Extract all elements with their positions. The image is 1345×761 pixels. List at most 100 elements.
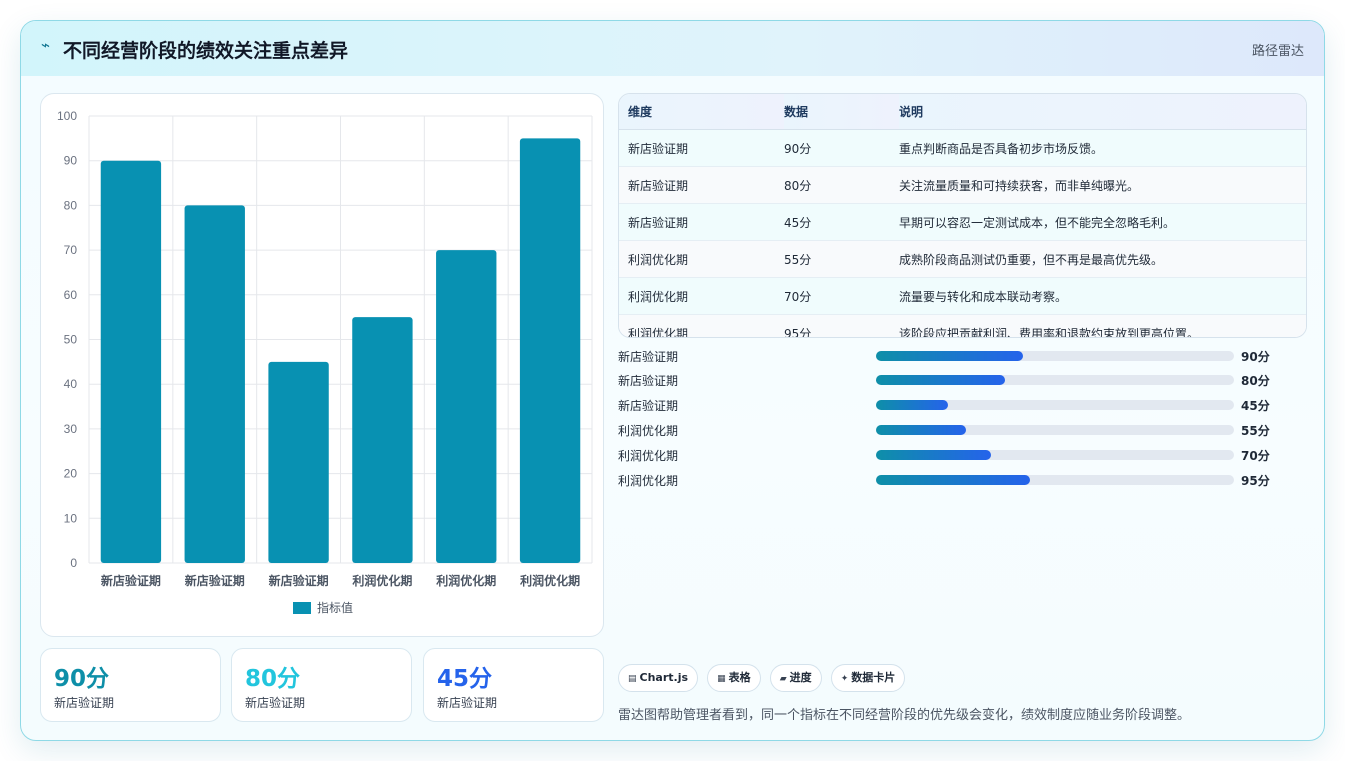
table-cell: 70分 [784, 277, 899, 315]
stat-card-2: 80分 新店验证期 [231, 648, 412, 722]
tag-data-card[interactable]: ✦ 数据卡片 [830, 664, 906, 692]
progress-track [876, 400, 1234, 410]
y-tick-label: 20 [64, 467, 78, 481]
footer-note: 雷达图帮助管理者看到，同一个指标在不同经营阶段的优先级会变化，绩效制度应随业务阶… [618, 708, 1191, 723]
progress-row: 利润优化期 95分 [618, 470, 1278, 490]
chart-icon: ▤ [628, 674, 637, 684]
progress-value: 90分 [1241, 350, 1270, 364]
table-cell: 利润优化期 [619, 314, 784, 337]
progress-value: 95分 [1241, 474, 1270, 488]
table-cell: 95分 [784, 314, 899, 337]
card-icon: ✦ [840, 674, 849, 684]
table-header-data: 数据 [784, 94, 899, 130]
progress-row: 新店验证期 45分 [618, 395, 1278, 415]
stat-card-1: 90分 新店验证期 [40, 648, 221, 722]
tag-label: Chart.js [639, 671, 689, 684]
progress-row: 利润优化期 70分 [618, 445, 1278, 465]
tag-label: 进度 [789, 671, 812, 684]
y-tick-label: 40 [64, 377, 78, 391]
progress-value: 70分 [1241, 449, 1270, 463]
progress-value: 45分 [1241, 399, 1270, 413]
tag-chartjs[interactable]: ▤ Chart.js [618, 664, 699, 692]
stat-value-1: 90分 [54, 666, 110, 692]
progress-label: 利润优化期 [618, 449, 679, 463]
progress-label: 新店验证期 [618, 350, 679, 364]
table-cell: 流量要与转化和成本联动考察。 [899, 277, 1306, 315]
progress-row: 新店验证期 90分 [618, 346, 1278, 366]
progress-fill [876, 475, 1030, 485]
tag-label: 表格 [728, 671, 751, 684]
table-row: 新店验证期 80分 关注流量质量和可持续获客，而非单纯曝光。 [619, 166, 1306, 204]
progress-fill [876, 375, 1005, 385]
bar-chart-panel: 0 10 20 30 40 50 60 70 80 90 100 新店验证期 新店验证期 新店验证期 利润优… [40, 93, 604, 637]
table-row: 利润优化期 55分 成熟阶段商品测试仍重要，但不再是最高优先级。 [619, 240, 1306, 278]
y-tick-label: 100 [57, 109, 77, 123]
table-cell: 早期可以容忍一定测试成本，但不能完全忽略毛利。 [899, 203, 1306, 241]
y-tick-label: 30 [64, 422, 78, 436]
progress-fill [876, 425, 966, 435]
bar [352, 317, 413, 563]
table-cell: 80分 [784, 166, 899, 204]
bar [268, 361, 329, 563]
tag-list: ▤ Chart.js ▦ 表格 ▰ 进度 ✦ 数据卡片 [618, 664, 909, 692]
tag-label: 数据卡片 [851, 671, 896, 684]
page-title: 不同经营阶段的绩效关注重点差异 [63, 40, 349, 62]
table-cell: 成熟阶段商品测试仍重要，但不再是最高优先级。 [899, 240, 1306, 278]
x-tick-label: 利润优化期 [352, 573, 412, 588]
data-table: 维度 数据 说明 新店验证期 90分 重点判断商品是否具备初步市场反馈。 新店验… [618, 93, 1307, 338]
y-tick-label: 80 [64, 198, 78, 212]
bar [184, 205, 245, 563]
y-tick-label: 90 [64, 154, 78, 168]
table-row: 新店验证期 90分 重点判断商品是否具备初步市场反馈。 [619, 129, 1306, 167]
table-cell: 重点判断商品是否具备初步市场反馈。 [899, 129, 1306, 167]
stat-label-1: 新店验证期 [54, 696, 115, 710]
header-subtitle: 路径雷达 [1251, 44, 1304, 59]
bar [100, 160, 162, 563]
tag-progress[interactable]: ▰ 进度 [769, 664, 822, 692]
progress-label: 利润优化期 [618, 424, 679, 438]
table-cell: 90分 [784, 129, 899, 167]
progress-value: 55分 [1241, 424, 1270, 438]
y-tick-label: 0 [70, 556, 77, 570]
stat-label-2: 新店验证期 [245, 696, 306, 710]
y-tick-label: 50 [64, 333, 78, 347]
progress-row: 新店验证期 80分 [618, 370, 1278, 390]
x-tick-label: 利润优化期 [436, 573, 496, 588]
table-row: 利润优化期 95分 该阶段应把贡献利润、费用率和退款约束放到更高位置。 [619, 314, 1306, 337]
table-row: 新店验证期 45分 早期可以容忍一定测试成本，但不能完全忽略毛利。 [619, 203, 1306, 241]
stat-card-3: 45分 新店验证期 [423, 648, 604, 722]
table-header-description: 说明 [899, 94, 1306, 130]
table-cell: 该阶段应把贡献利润、费用率和退款约束放到更高位置。 [899, 314, 1306, 337]
table-cell: 新店验证期 [619, 203, 784, 241]
table-row: 利润优化期 70分 流量要与转化和成本联动考察。 [619, 277, 1306, 315]
stat-label-3: 新店验证期 [437, 696, 498, 710]
progress-label: 利润优化期 [618, 474, 679, 488]
table-cell: 利润优化期 [619, 240, 784, 278]
x-tick-label: 新店验证期 [101, 573, 161, 588]
table-cell: 关注流量质量和可持续获客，而非单纯曝光。 [899, 166, 1306, 204]
table-cell: 55分 [784, 240, 899, 278]
stat-value-3: 45分 [437, 666, 493, 692]
dashboard-card: ⌁ 不同经营阶段的绩效关注重点差异 路径雷达 0 10 20 30 40 50 60 70 80… [20, 20, 1325, 741]
x-tick-label: 利润优化期 [520, 573, 580, 588]
progress-icon: ▰ [779, 674, 787, 684]
y-tick-label: 10 [64, 511, 78, 525]
stat-value-2: 80分 [245, 666, 301, 692]
progress-label: 新店验证期 [618, 374, 679, 388]
table-cell: 利润优化期 [619, 277, 784, 315]
legend-label: 指标值 [317, 600, 353, 615]
bar-chart[interactable]: 0 10 20 30 40 50 60 70 80 90 100 新店验证期 新店验证期 新店验证期 利润优… [41, 94, 603, 636]
tag-table[interactable]: ▦ 表格 [707, 664, 761, 692]
progress-fill [876, 400, 948, 410]
header: ⌁ 不同经营阶段的绩效关注重点差异 路径雷达 [21, 21, 1324, 76]
bar [436, 250, 497, 563]
bar [519, 138, 581, 563]
y-tick-label: 70 [64, 243, 78, 257]
x-tick-label: 新店验证期 [185, 573, 245, 588]
progress-track [876, 351, 1234, 361]
progress-track [876, 425, 1234, 435]
progress-value: 80分 [1241, 374, 1270, 388]
x-tick-label: 新店验证期 [269, 573, 329, 588]
progress-track [876, 375, 1234, 385]
table-icon: ▦ [717, 674, 726, 684]
